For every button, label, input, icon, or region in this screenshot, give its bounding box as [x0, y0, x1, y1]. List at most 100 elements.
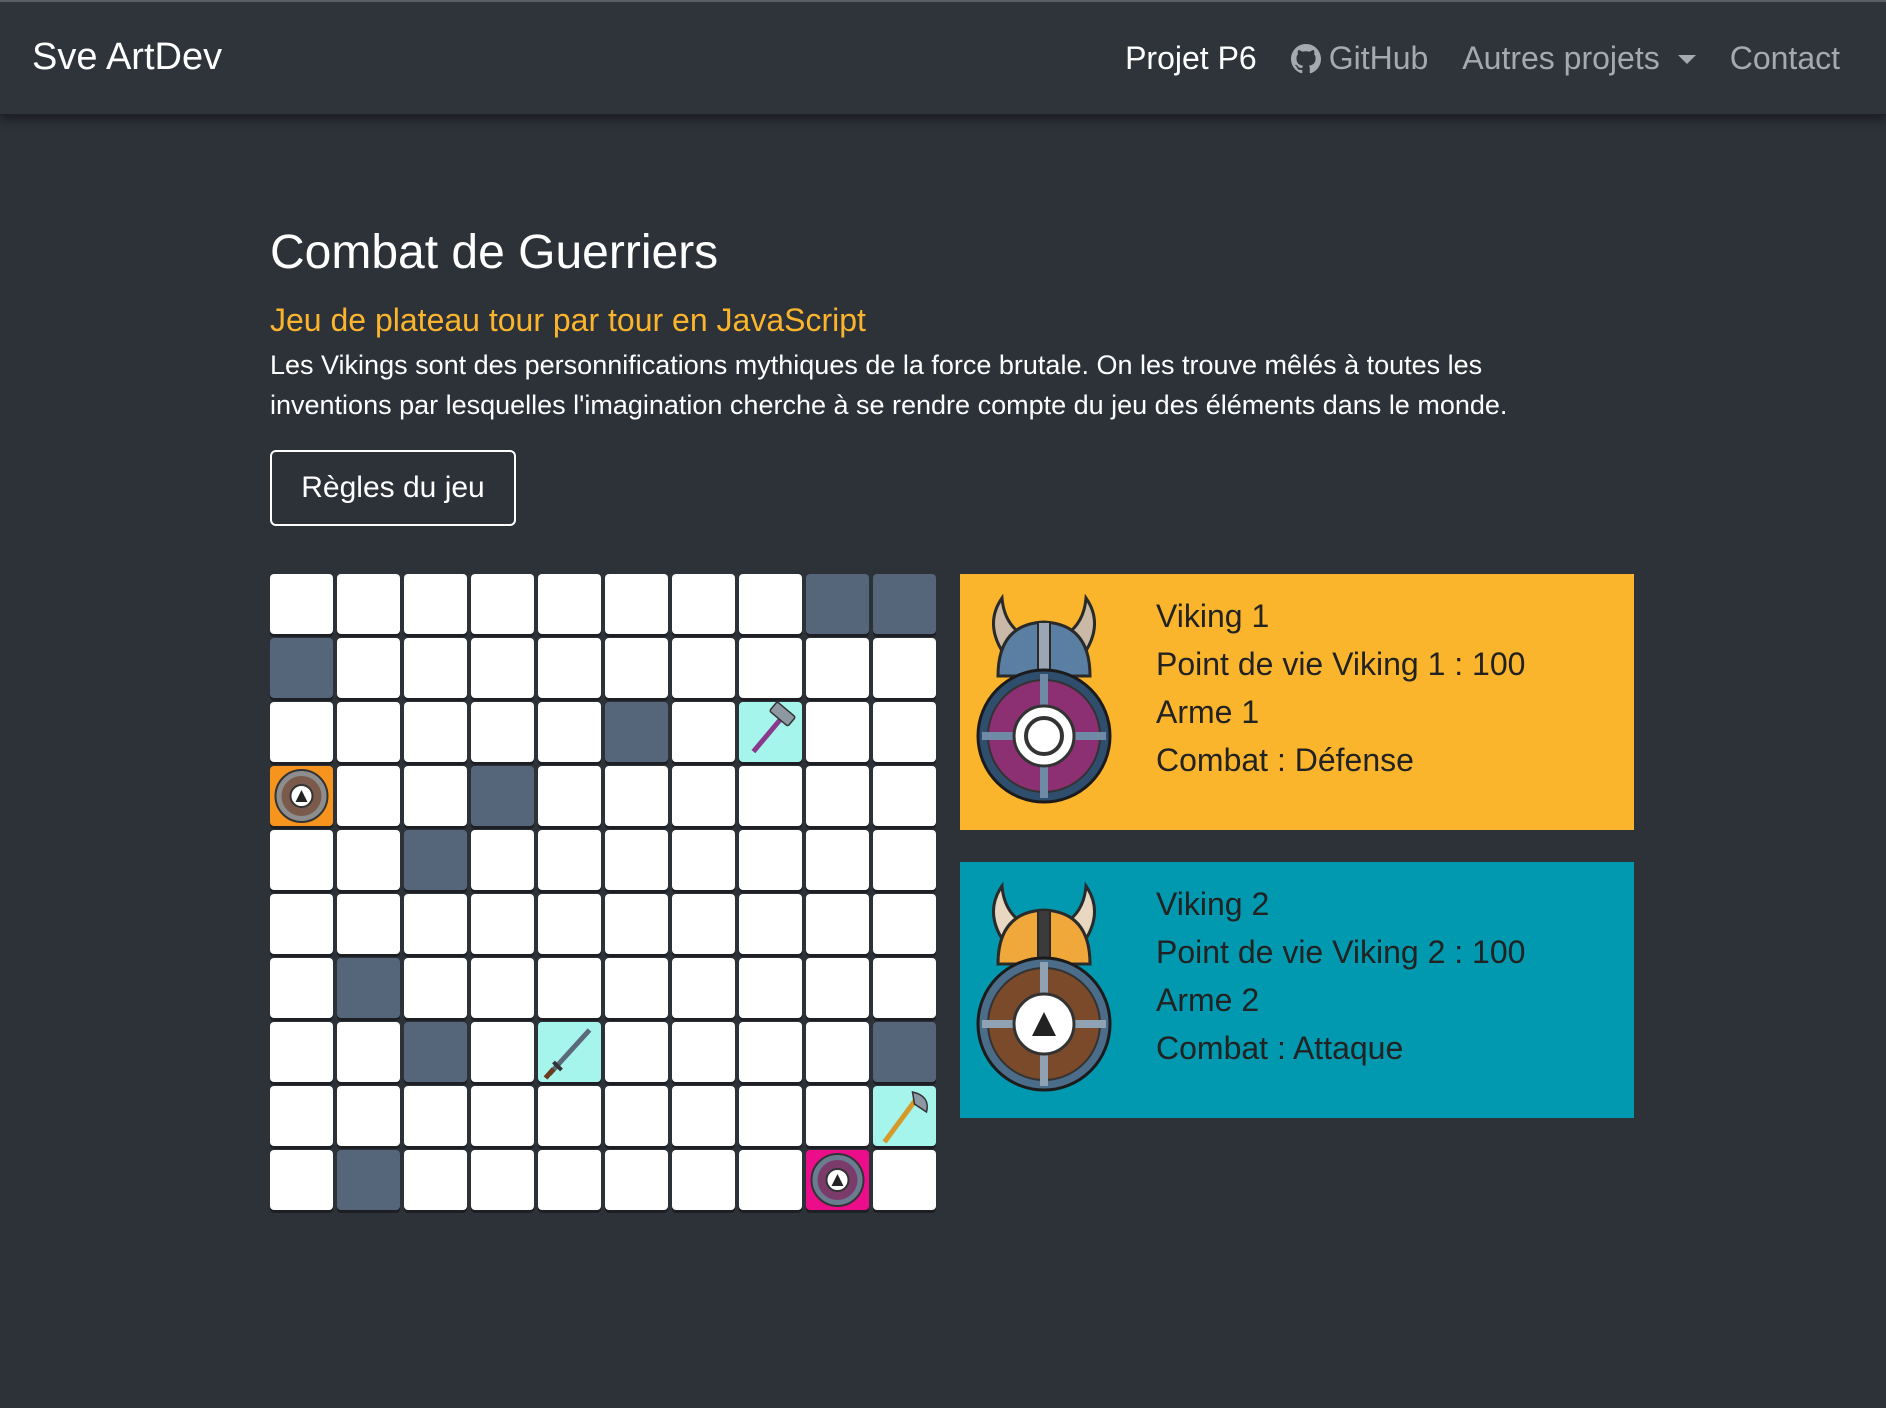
board-cell-empty[interactable]	[404, 638, 467, 698]
board-cell-empty[interactable]	[806, 1086, 869, 1146]
board-cell-empty[interactable]	[672, 958, 735, 1018]
board-cell-empty[interactable]	[337, 830, 400, 890]
board-cell-empty[interactable]	[672, 830, 735, 890]
board-cell-empty[interactable]	[605, 1150, 668, 1210]
board-cell-empty[interactable]	[806, 958, 869, 1018]
board-cell-empty[interactable]	[806, 894, 869, 954]
board-cell-empty[interactable]	[538, 1086, 601, 1146]
board-cell-empty[interactable]	[337, 1086, 400, 1146]
board-cell-empty[interactable]	[471, 574, 534, 634]
board-cell-empty[interactable]	[270, 958, 333, 1018]
board-cell-empty[interactable]	[404, 574, 467, 634]
board-cell-empty[interactable]	[605, 1086, 668, 1146]
board-cell-empty[interactable]	[270, 1150, 333, 1210]
board-cell-empty[interactable]	[538, 702, 601, 762]
board-cell-empty[interactable]	[806, 638, 869, 698]
board-cell-empty[interactable]	[270, 1086, 333, 1146]
board-cell-empty[interactable]	[739, 766, 802, 826]
board-cell-empty[interactable]	[337, 702, 400, 762]
board-cell-empty[interactable]	[471, 958, 534, 1018]
board-cell-blocked[interactable]	[337, 958, 400, 1018]
board-cell-empty[interactable]	[404, 702, 467, 762]
board-cell-blocked[interactable]	[471, 766, 534, 826]
board-cell-empty[interactable]	[873, 702, 936, 762]
board-cell-empty[interactable]	[873, 766, 936, 826]
board-cell-empty[interactable]	[739, 830, 802, 890]
nav-link-contact[interactable]: Contact	[1730, 40, 1840, 77]
board-cell-empty[interactable]	[404, 1150, 467, 1210]
board-cell-empty[interactable]	[672, 638, 735, 698]
board-cell-empty[interactable]	[672, 894, 735, 954]
board-cell-blocked[interactable]	[404, 830, 467, 890]
board-cell-empty[interactable]	[672, 1150, 735, 1210]
board-cell-empty[interactable]	[873, 638, 936, 698]
board-cell-weapon[interactable]	[739, 702, 802, 762]
board-cell-empty[interactable]	[873, 830, 936, 890]
board-cell-empty[interactable]	[672, 702, 735, 762]
board-cell-empty[interactable]	[337, 574, 400, 634]
board-cell-empty[interactable]	[605, 574, 668, 634]
rules-button[interactable]: Règles du jeu	[270, 450, 516, 526]
board-cell-empty[interactable]	[270, 830, 333, 890]
board-cell-blocked[interactable]	[605, 702, 668, 762]
board-cell-weapon[interactable]	[538, 1022, 601, 1082]
board-cell-blocked[interactable]	[873, 1022, 936, 1082]
board-cell-empty[interactable]	[873, 958, 936, 1018]
board-cell-empty[interactable]	[605, 958, 668, 1018]
board-cell-blocked[interactable]	[806, 574, 869, 634]
board-cell-empty[interactable]	[538, 894, 601, 954]
board-cell-blocked[interactable]	[337, 1150, 400, 1210]
board-cell-empty[interactable]	[873, 1150, 936, 1210]
board-cell-blocked[interactable]	[404, 1022, 467, 1082]
board-cell-empty[interactable]	[672, 1022, 735, 1082]
board-cell-empty[interactable]	[605, 830, 668, 890]
board-cell-blocked[interactable]	[873, 574, 936, 634]
board-cell-empty[interactable]	[605, 894, 668, 954]
board-cell-empty[interactable]	[739, 1022, 802, 1082]
board-cell-empty[interactable]	[806, 766, 869, 826]
board-cell-empty[interactable]	[538, 766, 601, 826]
board-cell-empty[interactable]	[538, 830, 601, 890]
board-cell-blocked[interactable]	[270, 638, 333, 698]
board-cell-empty[interactable]	[806, 830, 869, 890]
board-cell-viking-1[interactable]	[270, 766, 333, 826]
board-cell-empty[interactable]	[739, 1150, 802, 1210]
board-cell-empty[interactable]	[538, 638, 601, 698]
board-cell-empty[interactable]	[471, 638, 534, 698]
board-cell-empty[interactable]	[538, 1150, 601, 1210]
board-cell-empty[interactable]	[739, 958, 802, 1018]
board-cell-empty[interactable]	[672, 574, 735, 634]
board-cell-empty[interactable]	[605, 1022, 668, 1082]
nav-dropdown-autres-projets[interactable]: Autres projets	[1462, 40, 1696, 77]
board-cell-empty[interactable]	[538, 958, 601, 1018]
board-cell-empty[interactable]	[404, 766, 467, 826]
board-cell-empty[interactable]	[404, 958, 467, 1018]
brand-logo[interactable]: Sve ArtDev	[32, 36, 222, 79]
board-cell-empty[interactable]	[471, 1086, 534, 1146]
board-cell-empty[interactable]	[270, 894, 333, 954]
board-cell-viking-2[interactable]	[806, 1150, 869, 1210]
board-cell-empty[interactable]	[270, 574, 333, 634]
board-cell-empty[interactable]	[404, 1086, 467, 1146]
board-cell-empty[interactable]	[471, 894, 534, 954]
board-cell-empty[interactable]	[270, 702, 333, 762]
board-cell-empty[interactable]	[739, 574, 802, 634]
board-cell-empty[interactable]	[873, 894, 936, 954]
board-cell-empty[interactable]	[471, 702, 534, 762]
board-cell-empty[interactable]	[404, 894, 467, 954]
board-cell-empty[interactable]	[739, 894, 802, 954]
board-cell-empty[interactable]	[672, 1086, 735, 1146]
board-cell-empty[interactable]	[605, 766, 668, 826]
board-cell-empty[interactable]	[471, 830, 534, 890]
board-cell-empty[interactable]	[538, 574, 601, 634]
board-cell-empty[interactable]	[337, 638, 400, 698]
board-cell-weapon[interactable]	[873, 1086, 936, 1146]
board-cell-empty[interactable]	[471, 1150, 534, 1210]
board-cell-empty[interactable]	[806, 702, 869, 762]
board-cell-empty[interactable]	[270, 1022, 333, 1082]
nav-link-github[interactable]: GitHub	[1290, 40, 1428, 77]
board-cell-empty[interactable]	[739, 1086, 802, 1146]
board-cell-empty[interactable]	[337, 766, 400, 826]
board-cell-empty[interactable]	[806, 1022, 869, 1082]
board-cell-empty[interactable]	[337, 1022, 400, 1082]
